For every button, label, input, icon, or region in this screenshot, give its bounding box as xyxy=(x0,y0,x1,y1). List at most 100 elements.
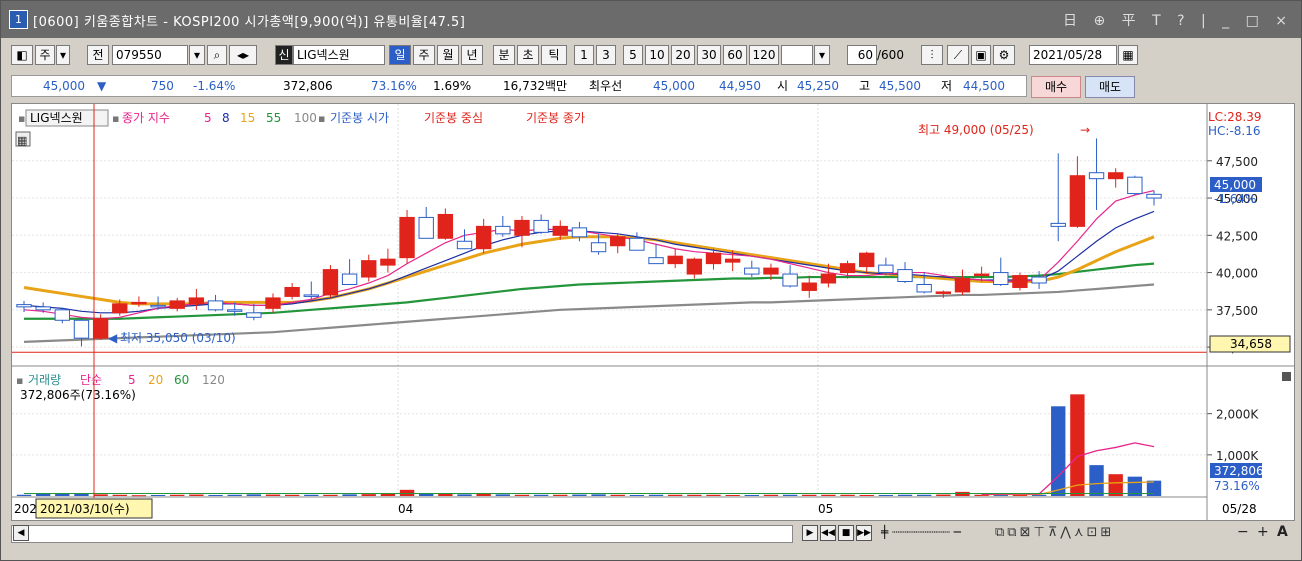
candle-body xyxy=(839,263,856,274)
legend-square-icon: ▪ xyxy=(18,112,25,125)
svg-text:▪: ▪ xyxy=(318,112,325,125)
buy-button[interactable]: 매수 xyxy=(1031,76,1081,98)
shin-badge[interactable]: 신 xyxy=(275,45,293,65)
zoom-in-icon[interactable]: + xyxy=(1257,524,1269,540)
candle-body xyxy=(131,301,147,305)
chart-area[interactable]: ▪ LIG넥스원 ▪ 종가 지수 5 8 15 55 100 ▪ 기준봉 시가 … xyxy=(11,103,1295,521)
candle-body xyxy=(744,267,760,275)
period-year-tab[interactable]: 년 xyxy=(461,45,483,65)
candle-body xyxy=(1146,193,1162,199)
volume-bar xyxy=(763,494,779,496)
drawing-tools-icon[interactable]: ⧉⧉⊠⊤⊼⋀⋏⊡⊞ xyxy=(995,525,1114,540)
period-day-tab[interactable]: 일 xyxy=(389,45,411,65)
candle-body xyxy=(188,297,205,305)
legend-stock-name[interactable]: LIG넥스원 xyxy=(30,111,83,125)
prev-next-icon[interactable]: ◂▸ xyxy=(229,45,257,65)
interval-20[interactable]: 20 xyxy=(671,45,695,65)
zoom-slider-icon[interactable]: ╪ ┈┈┈┈┈┈┈┈ ─ xyxy=(881,525,961,539)
code-dropdown-icon[interactable]: ▾ xyxy=(189,45,205,65)
trade-amount: 16,732백만 xyxy=(503,79,568,93)
sell-button[interactable]: 매도 xyxy=(1085,76,1135,98)
svg-text:▪: ▪ xyxy=(112,112,119,125)
period-month-tab[interactable]: 월 xyxy=(437,45,459,65)
date-input[interactable]: 2021/05/28 xyxy=(1029,45,1117,65)
interval-input[interactable] xyxy=(781,45,813,65)
interval-3[interactable]: 3 xyxy=(596,45,616,65)
grid-table-icon[interactable]: ▦ xyxy=(17,134,27,147)
fast-forward-icon[interactable]: ▶▶ xyxy=(856,525,872,541)
candle-body xyxy=(16,304,32,308)
candle-body xyxy=(533,219,549,233)
interval-5[interactable]: 5 xyxy=(623,45,643,65)
volume-bar xyxy=(131,495,147,497)
candle-body xyxy=(246,312,262,318)
period-week-tab[interactable]: 주 xyxy=(413,45,435,65)
bid-price: 44,950 xyxy=(719,79,761,93)
interval-10[interactable]: 10 xyxy=(645,45,669,65)
horizontal-scrollbar[interactable] xyxy=(11,525,793,543)
window-controls[interactable]: 日 ⊕ 平 T ? | _ □ × xyxy=(1063,10,1293,30)
period-tick-tab[interactable]: 틱 xyxy=(541,45,567,65)
volume-bar xyxy=(859,494,874,496)
volume-bar xyxy=(342,494,357,496)
candle-settings-icon[interactable]: ⫶ xyxy=(921,45,943,65)
volume-bar xyxy=(1108,474,1123,496)
legend-ref-close: 기준봉 종가 xyxy=(526,111,585,125)
candle-body xyxy=(322,269,339,296)
candle-body xyxy=(973,273,990,277)
window-number-badge[interactable]: 1 xyxy=(9,10,28,29)
volume-bar xyxy=(361,494,376,496)
interval-1[interactable]: 1 xyxy=(574,45,594,65)
low-price: 44,500 xyxy=(963,79,1005,93)
interval-120[interactable]: 120 xyxy=(749,45,779,65)
volume-bar xyxy=(227,494,242,496)
count-total: /600 xyxy=(877,48,904,62)
candle-body xyxy=(380,258,396,266)
interval-60[interactable]: 60 xyxy=(723,45,747,65)
scroll-left-icon[interactable]: ◀ xyxy=(13,525,29,541)
stock-name-field[interactable]: LIG넥스원 xyxy=(293,45,385,65)
gear-icon[interactable]: ⚙ xyxy=(993,45,1015,65)
last-vol-pct-label: 73.16% xyxy=(1214,479,1260,493)
volume-bar xyxy=(648,494,664,496)
price-tick-label: 42,500 xyxy=(1216,229,1258,243)
stop-icon[interactable]: ■ xyxy=(838,525,854,541)
candle-body xyxy=(1088,172,1105,180)
ju-button[interactable]: 주 xyxy=(35,45,55,65)
volume-bar xyxy=(553,494,568,496)
title-bar: 1 [0600] 키움종합차트 - KOSPI200 시가총액[9,900(억)… xyxy=(1,1,1301,38)
candle-body xyxy=(897,269,913,283)
candle-body xyxy=(1031,276,1047,284)
count-input[interactable]: 60 xyxy=(847,45,877,65)
period-minute-tab[interactable]: 분 xyxy=(493,45,515,65)
low-label: 저 xyxy=(941,79,953,93)
rewind-icon[interactable]: ◀◀ xyxy=(820,525,836,541)
down-arrow-icon: ▼ xyxy=(97,79,107,93)
interval-30[interactable]: 30 xyxy=(697,45,721,65)
calendar-icon[interactable]: ▦ xyxy=(1118,45,1138,65)
high-label: 고 xyxy=(859,79,871,93)
volume-bar xyxy=(591,494,606,496)
chevron-down-icon[interactable]: ▾ xyxy=(56,45,70,65)
play-icon[interactable]: ▶ xyxy=(802,525,818,541)
zoom-out-icon[interactable]: − xyxy=(1237,524,1249,540)
chart-svg[interactable]: ▪ LIG넥스원 ▪ 종가 지수 5 8 15 55 100 ▪ 기준봉 시가 … xyxy=(12,104,1294,520)
save-icon[interactable]: ▣ xyxy=(971,45,991,65)
search-icon[interactable]: ⌕ xyxy=(207,45,227,65)
trend-icon[interactable]: ⟋ xyxy=(947,45,969,65)
auto-scale-icon[interactable]: A xyxy=(1277,524,1288,540)
volume-bar xyxy=(878,494,894,496)
layout-icon[interactable]: ◧ xyxy=(11,45,33,65)
volume-bar xyxy=(629,494,645,496)
volume-bar xyxy=(476,493,491,496)
candle-body xyxy=(935,291,952,294)
candle-body xyxy=(1012,275,1028,288)
jeon-button[interactable]: 전 xyxy=(87,45,109,65)
x-label-start: 202 xyxy=(14,502,37,516)
volume-bar xyxy=(323,494,338,496)
period-second-tab[interactable]: 초 xyxy=(517,45,539,65)
stock-code-input[interactable]: 079550 xyxy=(112,45,188,65)
interval-dropdown-icon[interactable]: ▾ xyxy=(814,45,830,65)
candle-body xyxy=(207,300,224,311)
volume-tick-label: 2,000K xyxy=(1216,408,1259,422)
